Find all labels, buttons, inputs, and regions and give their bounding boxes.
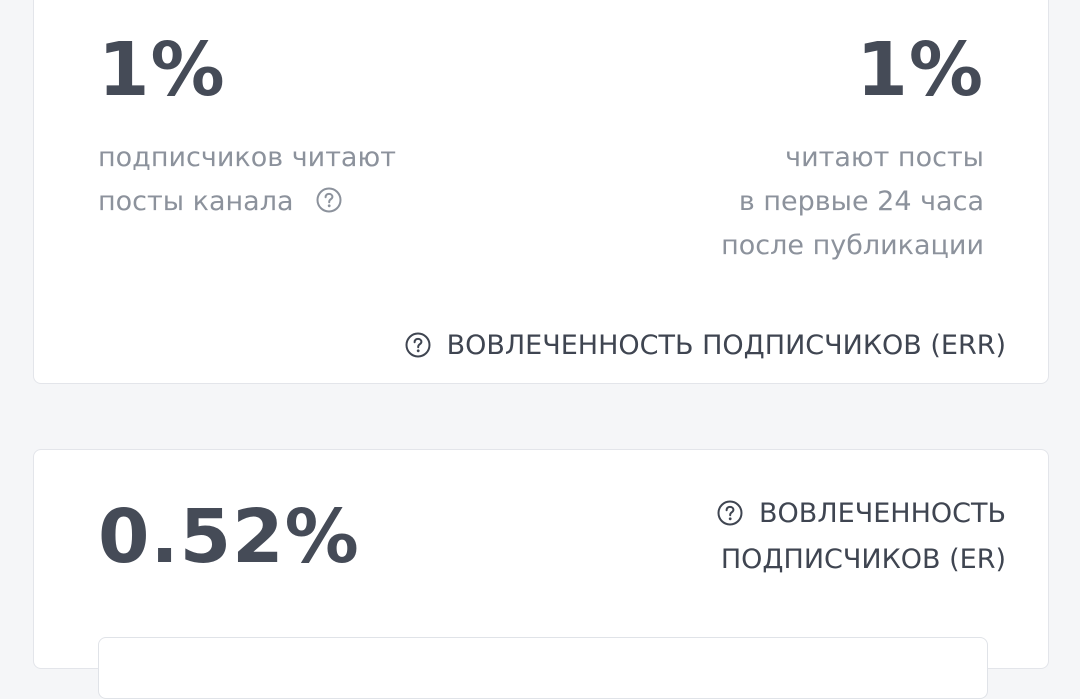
err-caption: ВОВЛЕЧЕННОСТЬ ПОДПИСЧИКОВ (ERR) — [405, 323, 1006, 369]
question-circle-icon[interactable] — [405, 332, 431, 358]
caption-line: ВОВЛЕЧЕННОСТЬ — [717, 491, 1006, 537]
er-card: 0.52% ВОВЛЕЧЕННОСТЬ ПОДПИСЧИКОВ (ER) — [33, 449, 1049, 699]
er-caption: ВОВЛЕЧЕННОСТЬ ПОДПИСЧИКОВ (ER) — [717, 491, 1006, 583]
desc-line: читают посты — [785, 142, 984, 173]
question-circle-icon[interactable] — [717, 500, 743, 526]
desc-line: подписчиков читают — [98, 142, 396, 173]
subscribers-read-percent: 1% — [98, 27, 226, 113]
er-caption-label-2: ПОДПИСЧИКОВ (ER) — [720, 544, 1006, 575]
read-24h-percent: 1% — [856, 27, 984, 113]
desc-text: посты канала — [98, 186, 294, 217]
er-chart-container — [98, 637, 988, 699]
desc-line: посты канала — [98, 180, 396, 224]
desc-line: после публикации — [721, 230, 984, 261]
desc-line: в первые 24 часа — [738, 186, 984, 217]
subscribers-read-description: подписчиков читают посты канала — [98, 136, 396, 224]
question-circle-icon[interactable] — [316, 187, 342, 213]
er-caption-label-1: ВОВЛЕЧЕННОСТЬ — [759, 498, 1006, 529]
err-card: 1% 1% подписчиков читают посты канала чи… — [33, 0, 1049, 384]
err-caption-label: ВОВЛЕЧЕННОСТЬ ПОДПИСЧИКОВ (ERR) — [446, 330, 1006, 361]
read-24h-description: читают посты в первые 24 часа после публ… — [721, 136, 984, 268]
er-percent: 0.52% — [98, 494, 360, 580]
